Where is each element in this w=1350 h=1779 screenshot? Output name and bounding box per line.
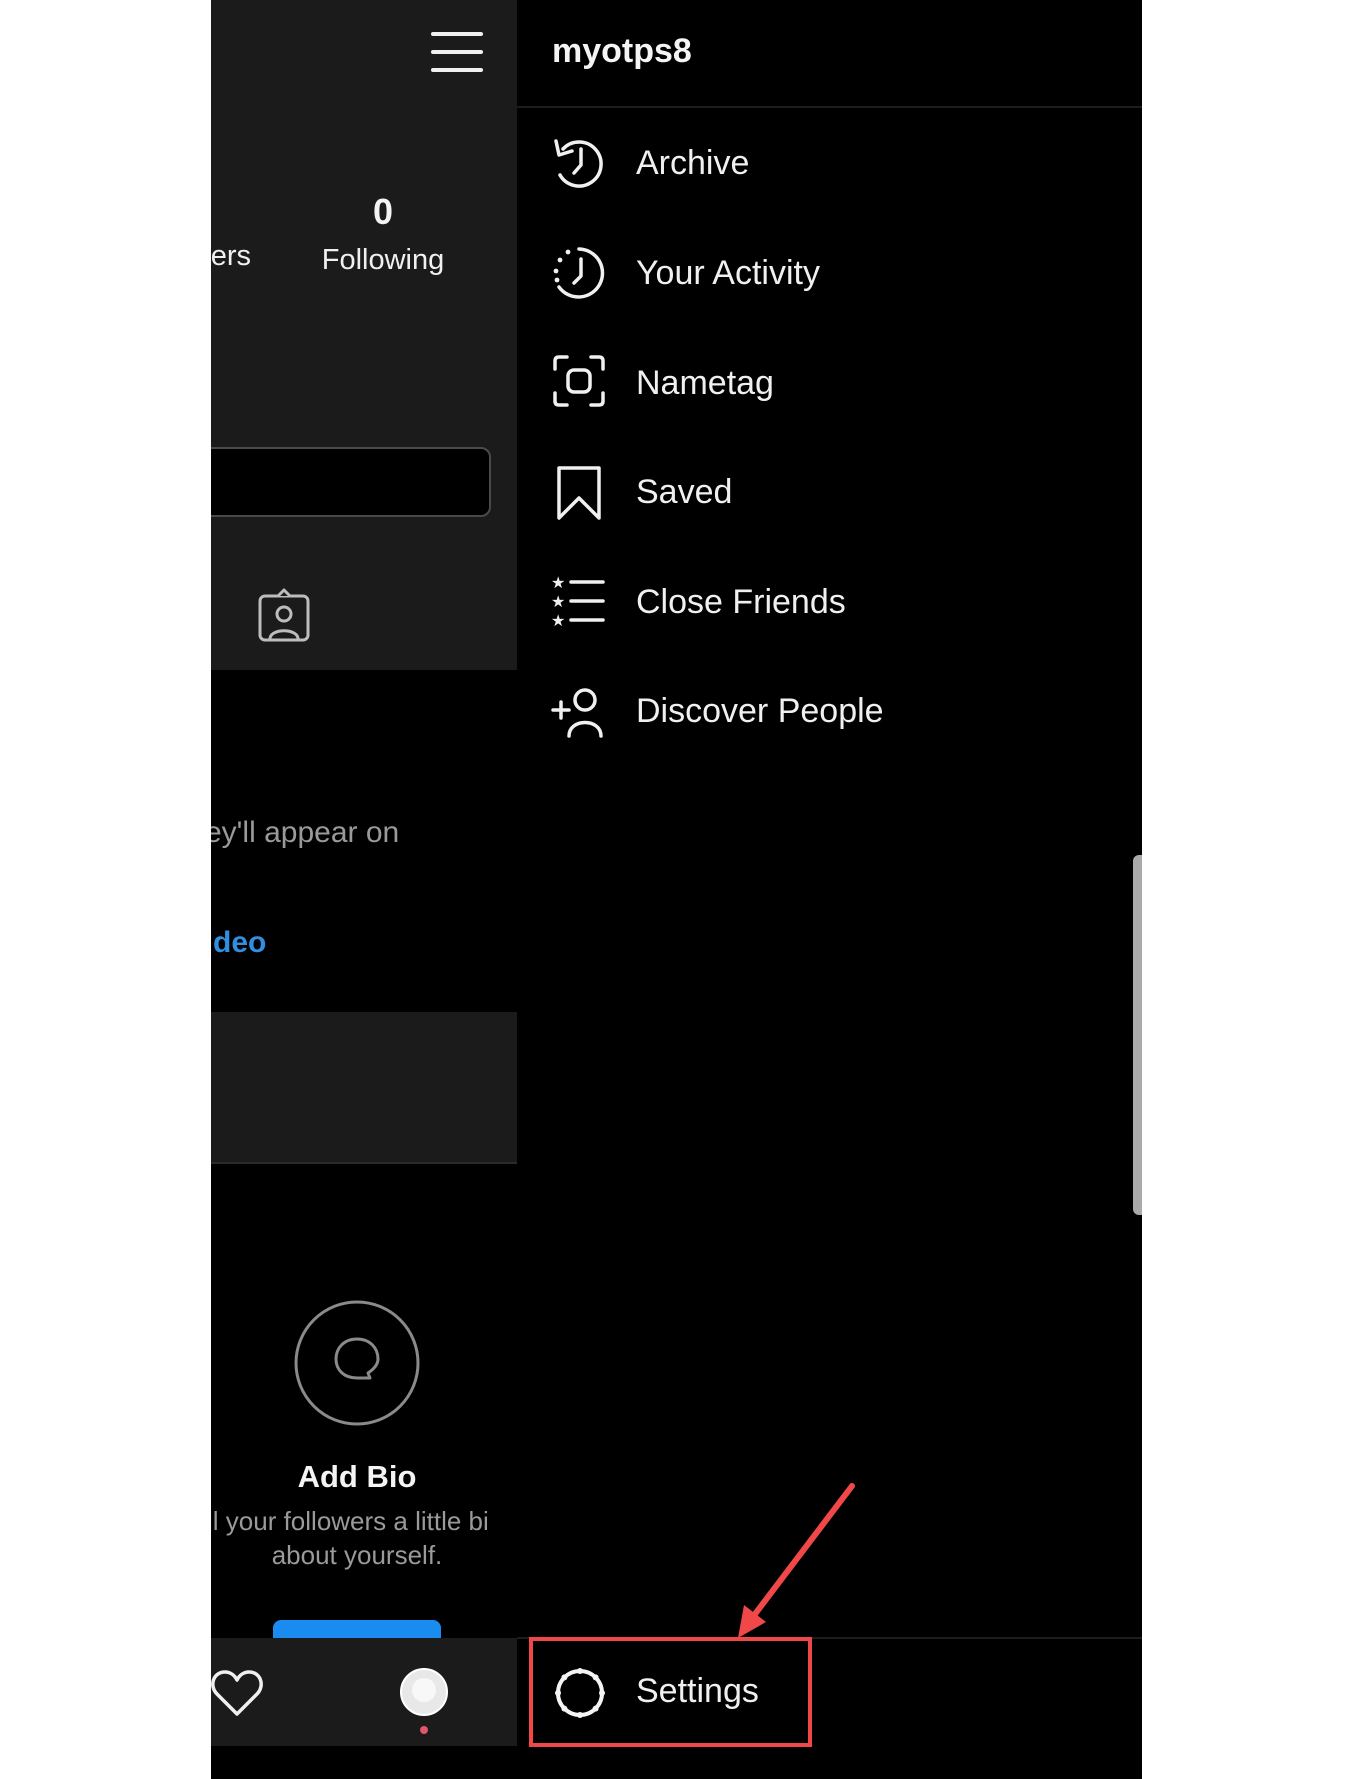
- annotation-arrow: [738, 1483, 855, 1638]
